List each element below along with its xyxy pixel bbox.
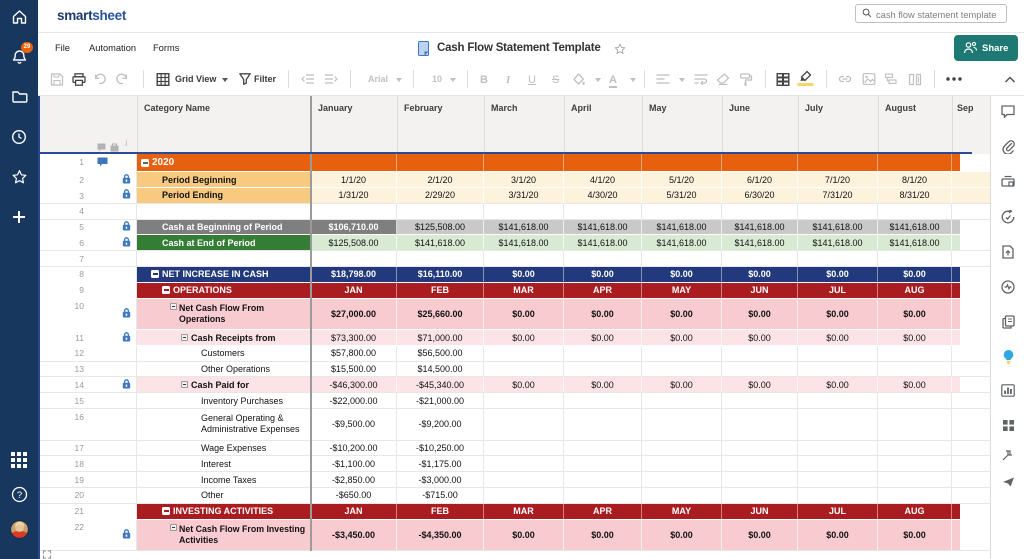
svg-text:?: ? (16, 490, 21, 501)
